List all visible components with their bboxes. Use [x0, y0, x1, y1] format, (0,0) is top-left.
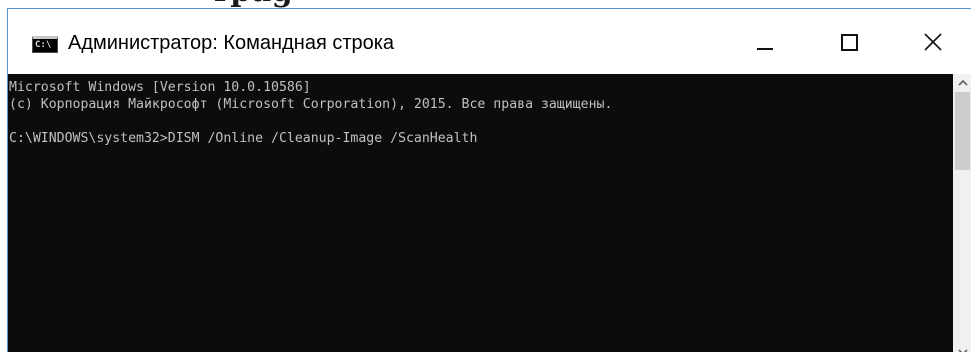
cmd-icon-glyph: C:\: [35, 40, 52, 50]
minimize-icon: [757, 48, 773, 50]
window-title: Администратор: Командная строка: [68, 32, 395, 54]
console-line-copyright: (c) Корпорация Майкрософт (Microsoft Cor…: [9, 97, 613, 112]
console-line-version: Microsoft Windows [Version 10.0.10586]: [9, 80, 311, 95]
vertical-scrollbar[interactable]: [953, 74, 971, 352]
maximize-icon: [840, 33, 858, 51]
chevron-up-icon: [957, 79, 968, 86]
scroll-down-button[interactable]: [953, 344, 971, 352]
window-titlebar[interactable]: C:\ Администратор: Командная строка: [8, 9, 971, 74]
console-line-command: C:\WINDOWS\system32>DISM /Online /Cleanu…: [9, 131, 478, 146]
close-button[interactable]: [906, 17, 960, 67]
command-prompt-window: C:\ Администратор: Командная строка Micr…: [7, 8, 971, 352]
scrollbar-thumb[interactable]: [955, 92, 970, 170]
maximize-button[interactable]: [822, 17, 876, 67]
minimize-button[interactable]: [738, 17, 792, 67]
close-icon: [924, 33, 942, 51]
console-output[interactable]: Microsoft Windows [Version 10.0.10586] (…: [8, 74, 953, 352]
scroll-up-button[interactable]: [953, 74, 971, 91]
screenshot-root: rpag C:\ Администратор: Командная строка…: [0, 0, 971, 352]
cmd-app-icon[interactable]: C:\: [32, 36, 58, 53]
